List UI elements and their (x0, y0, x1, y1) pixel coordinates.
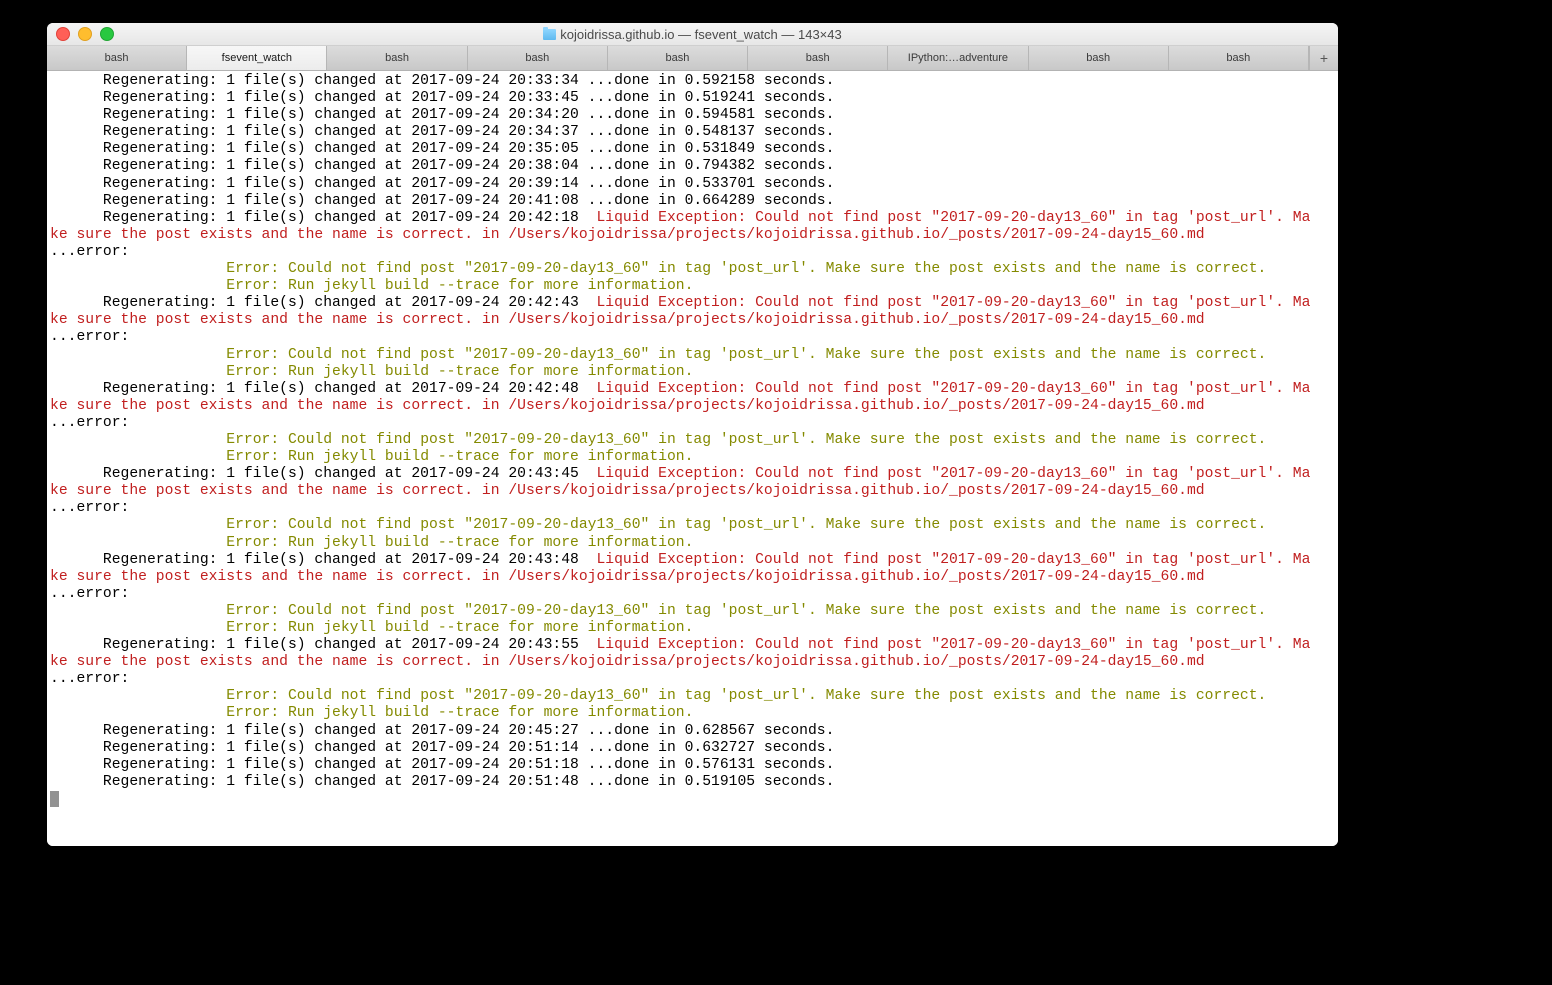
zoom-icon[interactable] (100, 27, 114, 41)
tab-0[interactable]: bash (47, 46, 187, 70)
tab-6[interactable]: IPython:…adventure (888, 46, 1028, 70)
tab-1[interactable]: fsevent_watch (187, 46, 327, 70)
tab-7[interactable]: bash (1029, 46, 1169, 70)
terminal-content[interactable]: Regenerating: 1 file(s) changed at 2017-… (47, 71, 1338, 846)
tab-8[interactable]: bash (1169, 46, 1309, 70)
terminal-window: kojoidrissa.github.io — fsevent_watch — … (47, 23, 1338, 846)
close-icon[interactable] (56, 27, 70, 41)
window-title: kojoidrissa.github.io — fsevent_watch — … (47, 27, 1338, 42)
traffic-lights (47, 27, 114, 41)
folder-icon (543, 29, 556, 40)
titlebar: kojoidrissa.github.io — fsevent_watch — … (47, 23, 1338, 46)
tab-bar: bashfsevent_watchbashbashbashbashIPython… (47, 46, 1338, 71)
minimize-icon[interactable] (78, 27, 92, 41)
tab-5[interactable]: bash (748, 46, 888, 70)
terminal-output: Regenerating: 1 file(s) changed at 2017-… (50, 73, 1335, 808)
new-tab-button[interactable]: + (1309, 46, 1338, 70)
tab-2[interactable]: bash (327, 46, 467, 70)
tab-3[interactable]: bash (468, 46, 608, 70)
window-title-text: kojoidrissa.github.io — fsevent_watch — … (560, 27, 841, 42)
tab-4[interactable]: bash (608, 46, 748, 70)
